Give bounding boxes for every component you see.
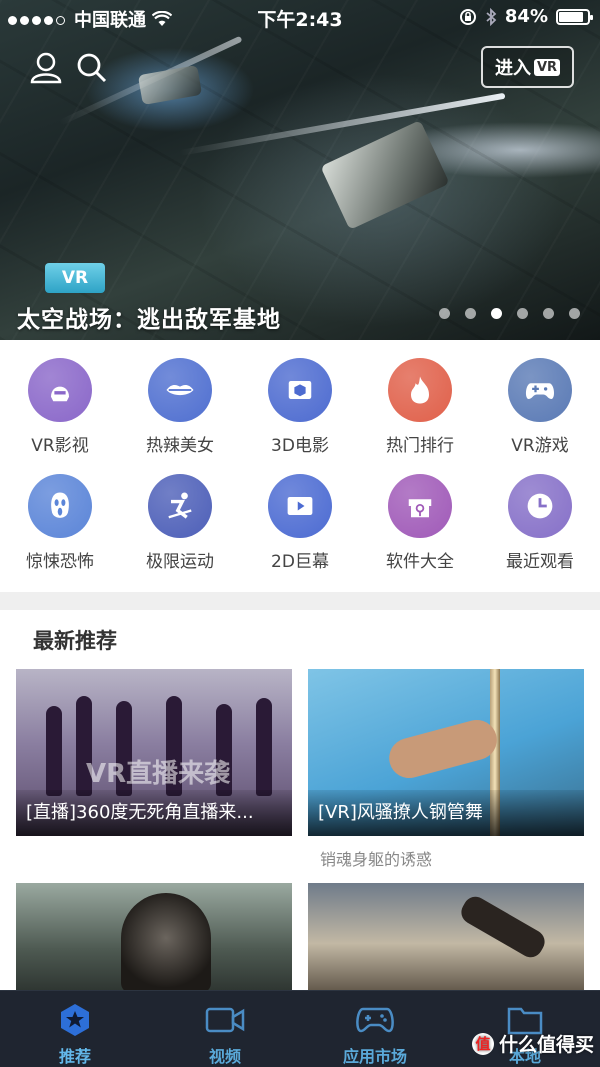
video-card[interactable]: [16, 883, 292, 993]
video-card[interactable]: [308, 883, 584, 993]
category-icon-circle: [508, 358, 572, 422]
hero-title: 太空战场：逃出敌军基地: [17, 307, 281, 333]
orientation-lock-icon: [459, 8, 476, 25]
clock-icon: [527, 493, 553, 519]
category-item[interactable]: 2D巨幕: [240, 474, 360, 572]
battery-icon: [556, 8, 593, 25]
category-label: 热门排行: [386, 436, 454, 456]
tab-recommend[interactable]: 推荐: [0, 991, 150, 1067]
category-item[interactable]: 热门排行: [360, 358, 480, 456]
watermark-text: 什么值得买: [498, 1034, 594, 1056]
category-icon-circle: [268, 358, 332, 422]
category-icon-circle: [28, 474, 92, 538]
watermark-logo: 值: [471, 1032, 494, 1055]
tab-label: 应用市场: [342, 1047, 407, 1066]
category-label: 热辣美女: [146, 436, 214, 456]
category-label: VR影视: [31, 436, 89, 456]
bluetooth-icon: [486, 7, 497, 26]
section-title: 最新推荐: [33, 629, 117, 653]
jumper-figure: [457, 892, 549, 962]
pager-dot[interactable]: [439, 308, 450, 319]
category-icon-circle: [508, 474, 572, 538]
category-icon-circle: [148, 358, 212, 422]
flame-icon: [411, 376, 429, 404]
pager-dot[interactable]: [543, 308, 554, 319]
watermark: 值 什么值得买: [471, 1030, 594, 1057]
category-item[interactable]: 软件大全: [360, 474, 480, 572]
category-item[interactable]: 最近观看: [480, 474, 600, 572]
category-grid: VR影视 热辣美女 3D电影 热门排行 VR游戏惊悚恐怖 极限运动 2D巨幕 软件大全 最近观看: [0, 340, 600, 592]
star-hexagon-icon: [61, 1004, 89, 1036]
category-item[interactable]: 惊悚恐怖: [0, 474, 120, 572]
gamepad-icon: [356, 1007, 394, 1033]
status-bar: 中国联通 下午2:43 84%: [0, 0, 600, 34]
category-item[interactable]: VR影视: [0, 358, 120, 456]
tab-app-market[interactable]: 应用市场: [300, 991, 450, 1067]
video-camera-icon: [205, 1007, 245, 1033]
video-card[interactable]: [VR]风骚撩人钢管舞: [308, 669, 584, 836]
section-divider: [0, 592, 600, 610]
category-icon-circle: [268, 474, 332, 538]
tab-label: 视频: [208, 1047, 241, 1066]
battery-fill: [559, 11, 583, 22]
lips-icon: [166, 384, 194, 396]
dancer-figure: [256, 698, 272, 796]
pager-dot[interactable]: [517, 308, 528, 319]
category-label: 惊悚恐怖: [26, 552, 94, 572]
app-root: 中国联通 下午2:43 84% 进入 VR VR 太空战场：逃出敌军基地 VR影…: [0, 0, 600, 1067]
user-icon[interactable]: [28, 50, 64, 86]
category-label: 最近观看: [506, 552, 574, 572]
category-item[interactable]: 3D电影: [240, 358, 360, 456]
play-screen-icon: [287, 497, 313, 515]
tab-label: 推荐: [58, 1047, 91, 1066]
card-subtitle: 销魂身躯的诱惑: [320, 850, 433, 869]
search-icon[interactable]: [74, 50, 110, 86]
skier-icon: [168, 492, 192, 519]
category-icon-circle: [28, 358, 92, 422]
carousel-pager[interactable]: [439, 308, 580, 319]
pager-dot[interactable]: [491, 308, 502, 319]
category-icon-circle: [388, 474, 452, 538]
pager-dot[interactable]: [569, 308, 580, 319]
helmet-icon: [51, 386, 69, 402]
card-overlay-text: VR直播来袭: [86, 759, 231, 789]
enter-vr-label: 进入: [494, 58, 531, 79]
category-item[interactable]: 极限运动: [120, 474, 240, 572]
category-label: 软件大全: [386, 552, 454, 572]
scream-mask-icon: [51, 492, 69, 518]
category-label: 2D巨幕: [271, 552, 329, 572]
category-icon-circle: [388, 358, 452, 422]
category-item[interactable]: 热辣美女: [120, 358, 240, 456]
battery-percent: 84%: [504, 6, 548, 27]
card-caption: [VR]风骚撩人钢管舞: [308, 790, 584, 836]
enter-vr-tag: VR: [533, 58, 561, 76]
tab-video[interactable]: 视频: [150, 991, 300, 1067]
video-card[interactable]: VR直播来袭 [直播]360度无死角直播来...: [16, 669, 292, 836]
pager-dot[interactable]: [465, 308, 476, 319]
category-icon-circle: [148, 474, 212, 538]
creature-figure: [121, 893, 211, 993]
category-label: VR游戏: [511, 436, 569, 456]
dancer-figure: [46, 706, 62, 796]
category-item[interactable]: VR游戏: [480, 358, 600, 456]
enter-vr-button[interactable]: 进入 VR: [481, 46, 574, 88]
vr-badge: VR: [45, 263, 105, 293]
card-caption: [直播]360度无死角直播来...: [16, 790, 292, 836]
category-label: 极限运动: [146, 552, 214, 572]
hero-banner[interactable]: 中国联通 下午2:43 84% 进入 VR VR 太空战场：逃出敌军基地: [0, 0, 600, 340]
category-label: 3D电影: [271, 436, 329, 456]
dancer-figure: [384, 715, 502, 783]
gift-icon: [408, 499, 432, 518]
gamepad-icon: [525, 383, 555, 399]
3d-cube-icon: [288, 381, 312, 399]
